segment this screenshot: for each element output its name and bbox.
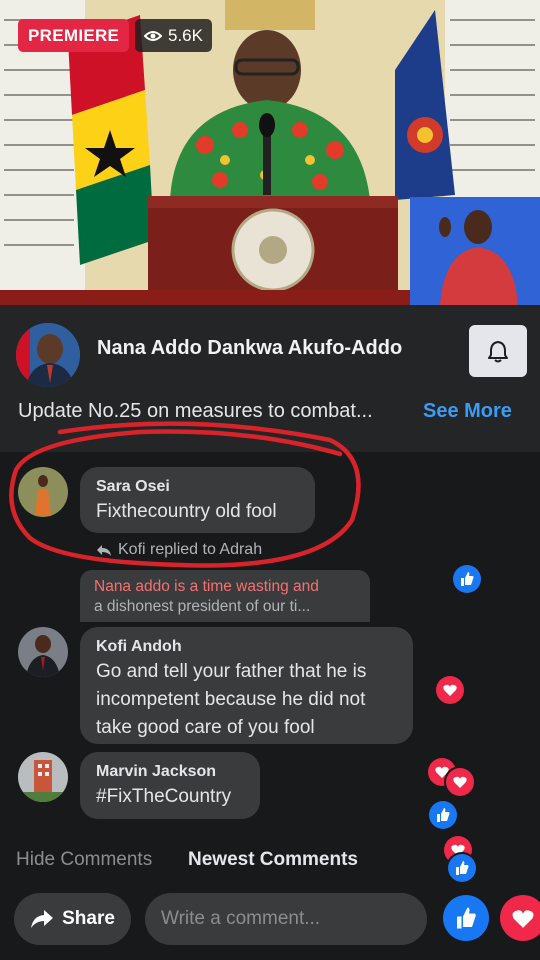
reply-context-text: Kofi replied to Adrah <box>118 541 263 558</box>
like-reaction-button[interactable] <box>443 895 489 941</box>
avatar[interactable] <box>18 467 68 517</box>
comment-author[interactable]: Sara Osei <box>96 476 299 498</box>
floating-love-reaction <box>436 676 464 704</box>
floating-like-reaction <box>453 565 481 593</box>
see-more-link[interactable]: See More <box>423 400 512 423</box>
comment-bubble: Sara Osei Fixthecountry old fool <box>80 467 315 533</box>
comment-bubble: Kofi Andoh Go and tell your father that … <box>80 627 413 744</box>
hide-comments-tab[interactable]: Hide Comments <box>16 849 152 871</box>
comments-list: Sara Osei Fixthecountry old fool Kofi re… <box>0 421 540 882</box>
page-name[interactable]: Nana Addo Dankwa Akufo-Addo <box>97 337 402 360</box>
sign-language-inset <box>410 197 540 305</box>
share-arrow-icon <box>31 910 54 928</box>
comment-text: Fixthecountry old fool <box>96 501 277 522</box>
comment-author[interactable]: Kofi Andoh <box>96 636 397 658</box>
view-count-badge: 5.6K <box>135 19 212 52</box>
reply-context: Kofi replied to Adrah <box>96 541 262 559</box>
share-button[interactable]: Share <box>14 893 131 945</box>
share-label: Share <box>62 908 115 929</box>
comment-input[interactable] <box>145 893 427 945</box>
love-reaction-button[interactable] <box>500 895 540 941</box>
love-heart-icon <box>443 684 457 696</box>
love-heart-icon <box>512 909 534 928</box>
comment-text-line: Go and tell your father that he is <box>96 661 367 682</box>
comment-text-line: take good care of you fool <box>96 717 315 738</box>
view-count: 5.6K <box>168 26 203 45</box>
comment-author[interactable]: Marvin Jackson <box>96 761 244 783</box>
bell-icon <box>488 341 508 363</box>
quoted-comment[interactable]: Nana addo is a time wasting and a dishon… <box>80 570 370 622</box>
like-thumb-icon <box>461 572 474 586</box>
newest-comments-tab[interactable]: Newest Comments <box>188 849 358 871</box>
page-avatar[interactable] <box>16 323 80 387</box>
comment-composer: Share <box>0 885 540 960</box>
floating-love-reaction <box>446 768 474 796</box>
comment-text-line: incompetent because he did not <box>96 689 366 710</box>
live-video[interactable]: PREMIERE 5.6K <box>0 0 540 305</box>
eye-icon <box>144 30 162 41</box>
comment-bubble: Marvin Jackson #FixTheCountry <box>80 752 260 819</box>
comment-tabs: Hide Comments Newest Comments <box>0 845 540 875</box>
premiere-badge: PREMIERE <box>18 19 130 52</box>
avatar[interactable] <box>18 752 68 802</box>
quoted-text-continued: a dishonest president of our ti... <box>94 598 311 615</box>
floating-like-reaction <box>429 801 457 829</box>
quoted-text: Nana addo is a time wasting and <box>94 578 319 595</box>
comment-text: #FixTheCountry <box>96 786 232 807</box>
avatar-image <box>16 323 80 387</box>
avatar[interactable] <box>18 627 68 677</box>
like-thumb-icon <box>457 907 476 929</box>
reply-arrow-icon <box>97 544 111 556</box>
notify-button[interactable] <box>469 325 527 377</box>
